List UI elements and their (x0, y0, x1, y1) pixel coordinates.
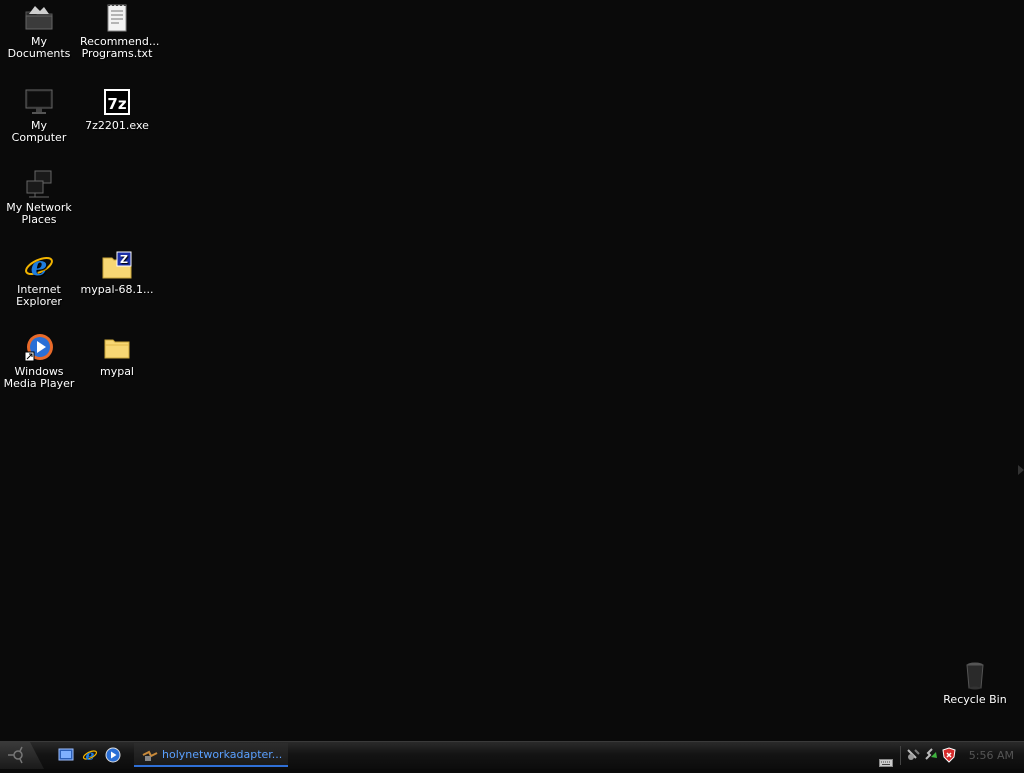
keyboard-icon[interactable] (879, 752, 893, 771)
zip-folder-icon: Z (101, 250, 133, 282)
taskbar-button-holynetworkadapter[interactable]: holynetworkadapter... (134, 743, 288, 767)
monitor-icon (23, 86, 55, 118)
desktop-icon-internet-explorer[interactable]: e Internet Explorer (0, 250, 78, 308)
text-file-icon (101, 2, 133, 34)
system-tray: 5:56 AM (872, 742, 1024, 769)
svg-text:7z: 7z (107, 95, 126, 113)
svg-text:e: e (86, 748, 95, 763)
desktop-icon-label: mypal (99, 365, 134, 378)
desktop-icon-windows-media-player[interactable]: Windows Media Player (0, 332, 78, 390)
edge-arrow-icon (1018, 465, 1024, 475)
desktop-icon-label: My Network Places (6, 201, 72, 226)
desktop-icon-label: mypal-68.1... (80, 283, 154, 296)
quicklaunch-media-player-icon[interactable] (105, 747, 121, 763)
safely-remove-hardware-icon[interactable] (923, 747, 939, 767)
desktop-icon-label: 7z2201.exe (85, 119, 149, 132)
recycle-bin-icon (959, 660, 991, 692)
desktop-icon-mypal-zip[interactable]: Z mypal-68.1... (78, 250, 156, 296)
network-setup-icon (142, 747, 158, 763)
desktop-icon-label: Recommend... Programs.txt (80, 35, 160, 60)
quicklaunch-internet-explorer-icon[interactable]: e (82, 747, 98, 764)
desktop-icon-label: My Documents (7, 35, 71, 60)
security-center-icon[interactable] (941, 747, 957, 767)
folder-documents-icon (23, 2, 55, 34)
svg-text:Z: Z (120, 253, 128, 266)
7zip-icon: 7z (101, 86, 133, 118)
desktop-icon-recycle-bin[interactable]: Recycle Bin (936, 660, 1014, 706)
desktop-icon-mypal-folder[interactable]: mypal (78, 332, 156, 378)
desktop-icon-label: Recycle Bin (943, 693, 1007, 706)
quicklaunch-show-desktop-icon[interactable] (58, 747, 74, 763)
desktop-icon-7z2201[interactable]: 7z 7z2201.exe (78, 86, 156, 132)
media-player-icon (23, 332, 55, 364)
desktop-icon-my-documents[interactable]: My Documents (0, 2, 78, 60)
taskbar-button-label: holynetworkadapter... (162, 748, 283, 761)
internet-explorer-icon: e (23, 250, 55, 282)
folder-icon (101, 332, 133, 364)
network-status-icon[interactable] (905, 747, 921, 767)
desktop-icon-label: Internet Explorer (16, 283, 62, 308)
taskbar: e holynetworkadapter... 5:56 AM (0, 741, 1024, 769)
tray-separator (900, 746, 901, 765)
network-icon (23, 168, 55, 200)
clock[interactable]: 5:56 AM (969, 749, 1014, 762)
desktop-icon-my-network-places[interactable]: My Network Places (0, 168, 78, 226)
start-logo-icon (8, 746, 23, 764)
desktop-icon-my-computer[interactable]: My Computer (0, 86, 78, 144)
desktop-icon-label: My Computer (11, 119, 67, 144)
start-button[interactable] (0, 742, 44, 769)
desktop-icon-recommended-programs[interactable]: Recommend... Programs.txt (78, 2, 160, 60)
svg-text:e: e (31, 252, 48, 282)
desktop-icon-label: Windows Media Player (3, 365, 75, 390)
